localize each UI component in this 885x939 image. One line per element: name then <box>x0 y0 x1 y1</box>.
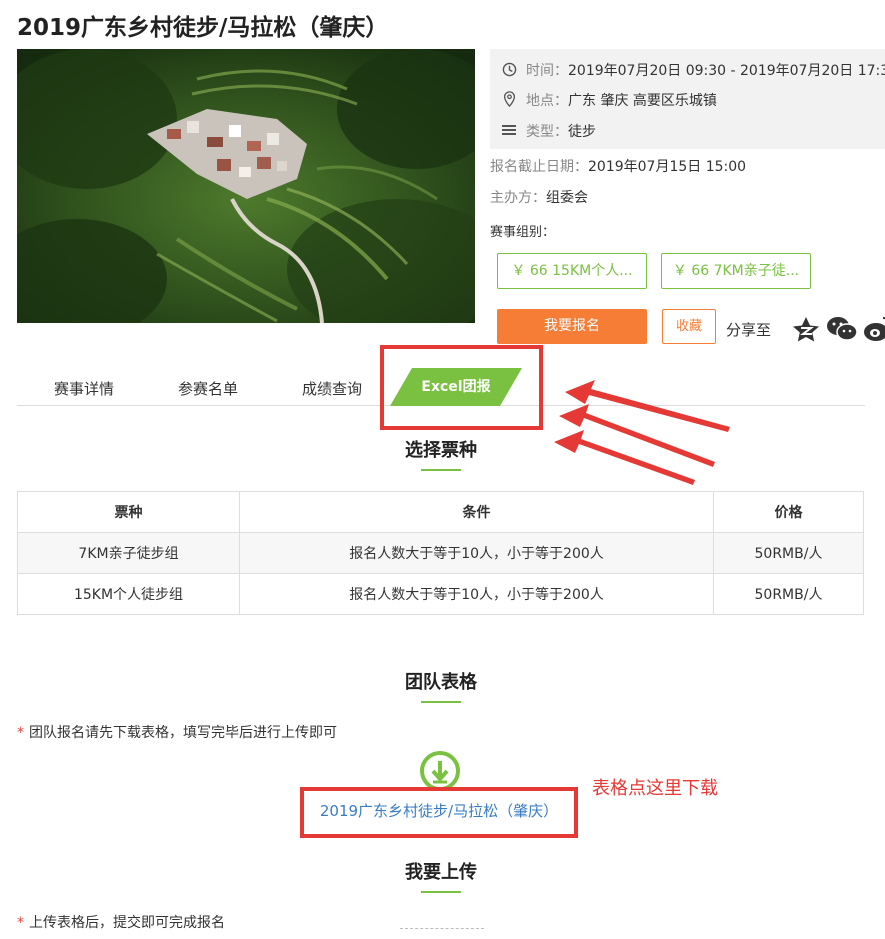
ticket-condition-cell: 报名人数大于等于10人，小于等于200人 <box>239 532 714 574</box>
ticket-table: 票种 条件 价格 7KM亲子徒步组 报名人数大于等于10人，小于等于200人 5… <box>17 491 864 615</box>
required-asterisk: * <box>17 915 24 931</box>
wechat-icon[interactable] <box>826 315 858 347</box>
annotation-box-download <box>300 787 578 838</box>
team-note: * 团队报名请先下载表格，填写完毕后进行上传即可 <box>17 725 337 741</box>
team-section-title: 团队表格 <box>405 672 477 693</box>
ticket-name-cell: 7KM亲子徒步组 <box>17 532 240 574</box>
clock-icon <box>502 62 520 81</box>
event-info-box: 时间：2019年07月20日 09:30 - 2019年07月20日 17:3 … <box>490 49 885 149</box>
ticket-section-underline <box>421 469 461 471</box>
download-icon[interactable] <box>419 750 461 792</box>
type-row: 类型：徒步 <box>502 121 596 141</box>
upload-dropzone-edge[interactable] <box>400 928 484 939</box>
annotation-box-excel-tab <box>380 345 543 430</box>
time-row: 时间：2019年07月20日 09:30 - 2019年07月20日 17:3 <box>502 60 885 81</box>
group-option-15km[interactable]: ￥ 66 15KM个人... <box>497 253 647 289</box>
tab-results[interactable]: 成绩查询 <box>302 378 362 399</box>
upload-note: * 上传表格后，提交即可完成报名 <box>17 915 225 931</box>
event-cover-image <box>17 49 475 323</box>
signup-button[interactable]: 我要报名 <box>497 309 647 344</box>
table-header-row: 票种 条件 价格 <box>17 491 864 533</box>
ticket-name-cell: 15KM个人徒步组 <box>17 573 240 615</box>
column-header-ticket: 票种 <box>17 491 240 533</box>
upload-section-underline <box>421 891 461 893</box>
qzone-star-icon[interactable] <box>792 316 820 346</box>
location-row: 地点：广东 肇庆 高要区乐城镇 <box>502 90 717 111</box>
team-section-underline <box>421 701 461 703</box>
table-row[interactable]: 15KM个人徒步组 报名人数大于等于10人，小于等于200人 50RMB/人 <box>17 573 864 615</box>
deadline-row: 报名截止日期：2019年07月15日 15:00 <box>490 159 747 175</box>
ticket-price-cell: 50RMB/人 <box>713 532 864 574</box>
page-title: 2019广东乡村徒步/马拉松（肇庆） <box>17 15 389 41</box>
tab-roster[interactable]: 参赛名单 <box>178 378 238 399</box>
weibo-icon[interactable] <box>863 316 885 346</box>
tab-details[interactable]: 赛事详情 <box>54 378 114 399</box>
group-option-7km[interactable]: ￥ 66 7KM亲子徒... <box>661 253 811 289</box>
ticket-section-title: 选择票种 <box>405 440 477 461</box>
list-icon <box>502 124 520 140</box>
favorite-button[interactable]: 收藏 <box>662 309 716 344</box>
groups-label: 赛事组别： <box>490 225 556 240</box>
upload-section-title: 我要上传 <box>405 862 477 883</box>
annotation-arrows <box>554 380 730 485</box>
ticket-price-cell: 50RMB/人 <box>713 573 864 615</box>
column-header-condition: 条件 <box>239 491 714 533</box>
required-asterisk: * <box>17 725 24 741</box>
table-row[interactable]: 7KM亲子徒步组 报名人数大于等于10人，小于等于200人 50RMB/人 <box>17 532 864 574</box>
share-label: 分享至 <box>726 321 772 339</box>
column-header-price: 价格 <box>713 491 864 533</box>
ticket-condition-cell: 报名人数大于等于10人，小于等于200人 <box>239 573 714 615</box>
annotation-text: 表格点这里下载 <box>592 778 718 799</box>
map-pin-icon <box>502 91 520 111</box>
organizer-row: 主办方：组委会 <box>490 190 588 206</box>
